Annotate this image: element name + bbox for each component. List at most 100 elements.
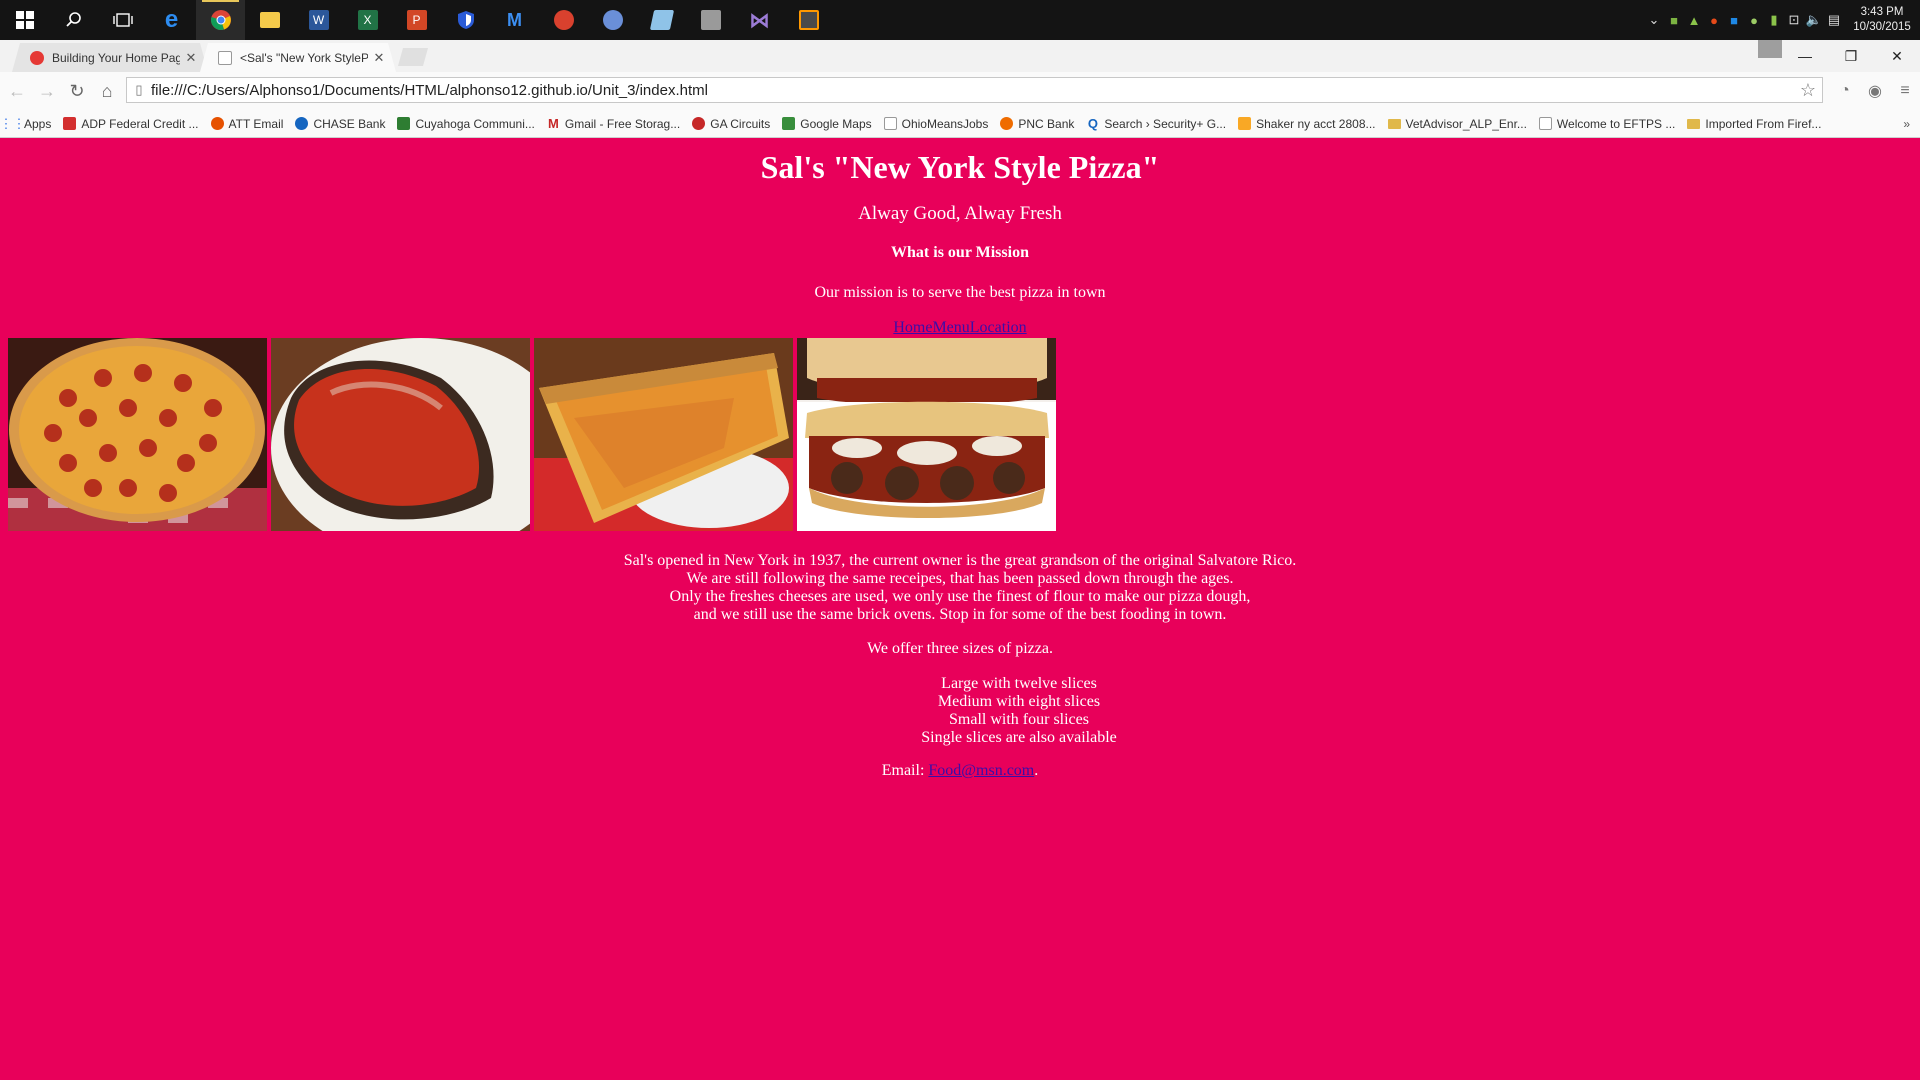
shield-icon[interactable]	[441, 0, 490, 40]
reload-icon[interactable]: ↻	[62, 76, 92, 106]
chevron-right-icon[interactable]: »	[1903, 117, 1920, 131]
minimize-icon[interactable]: —	[1782, 40, 1828, 72]
bookmark-label: Cuyahoga Communi...	[415, 116, 535, 131]
bookmark-item[interactable]: Q Search › Security+ G...	[1080, 110, 1232, 138]
nav-link-location[interactable]: Location	[970, 319, 1027, 336]
bookmark-item[interactable]: ADP Federal Credit ...	[57, 110, 204, 138]
adp-icon	[63, 117, 77, 130]
file-explorer-icon[interactable]	[245, 0, 294, 40]
bookmark-item[interactable]: OhioMeansJobs	[878, 110, 995, 138]
bookmark-item[interactable]: ATT Email	[205, 110, 290, 138]
history-line: Sal's opened in New York in 1937, the cu…	[623, 552, 1297, 569]
clock[interactable]: 3:43 PM 10/30/2015	[1844, 5, 1920, 35]
tab-strip: Building Your Home Page ✕ <Sal's "New Yo…	[0, 40, 1920, 73]
bookmark-item[interactable]: VetAdvisor_ALP_Enr...	[1382, 110, 1533, 138]
tab-sals-pizza[interactable]: <Sal's "New York StylePiz ✕	[200, 43, 396, 72]
email-label: Email:	[881, 762, 929, 779]
bookmark-item[interactable]: Cuyahoga Communi...	[391, 110, 540, 138]
bookmark-label: Shaker ny acct 2808...	[1256, 116, 1376, 131]
bookmark-apps[interactable]: ⋮⋮ Apps	[0, 110, 57, 138]
meatball-sub-photo	[797, 338, 1056, 531]
page-icon	[883, 117, 897, 130]
history-paragraph: Sal's opened in New York in 1937, the cu…	[0, 552, 1920, 624]
tray-app-icon[interactable]: ■	[1664, 0, 1684, 40]
url-text[interactable]: file:///C:/Users/Alphonso1/Documents/HTM…	[151, 82, 708, 99]
volume-icon[interactable]: 🔈	[1804, 0, 1824, 40]
email-suffix: .	[1034, 762, 1039, 779]
maps-icon	[782, 117, 796, 130]
bookmark-label: Gmail - Free Storag...	[564, 116, 681, 131]
bookmark-item[interactable]: CHASE Bank	[289, 110, 391, 138]
sizes-intro: We offer three sizes of pizza.	[867, 640, 1053, 657]
sublime-text-icon[interactable]	[784, 0, 833, 40]
bookmark-item[interactable]: Welcome to EFTPS ...	[1533, 110, 1681, 138]
menu-icon[interactable]: ≡	[1890, 82, 1920, 100]
email-line: Email: Food@msn.com.	[0, 762, 1920, 780]
media-disc-icon[interactable]	[588, 0, 637, 40]
close-icon[interactable]: ✕	[372, 50, 386, 66]
size-item: Small with four slices	[949, 711, 1089, 728]
bookmark-item[interactable]: M Gmail - Free Storag...	[541, 110, 686, 138]
profile-icon[interactable]	[1758, 40, 1782, 58]
notepad-icon[interactable]	[637, 0, 686, 40]
mission-text: Our mission is to serve the best pizza i…	[814, 284, 1106, 301]
battery-icon[interactable]: ▮	[1764, 0, 1784, 40]
page-title: Sal's "New York Style Pizza"	[760, 149, 1160, 185]
history-line: We are still following the same receipes…	[686, 570, 1234, 587]
tray-app-icon[interactable]: ●	[1704, 0, 1724, 40]
email-link[interactable]: Food@msn.com	[928, 762, 1034, 779]
malwarebytes-icon[interactable]: M	[490, 0, 539, 40]
tray-app-icon[interactable]: ▲	[1684, 0, 1704, 40]
att-icon	[210, 117, 224, 130]
network-icon[interactable]: ⊡	[1784, 0, 1804, 40]
bookmark-item[interactable]: GA Circuits	[686, 110, 776, 138]
address-bar[interactable]: ▯ file:///C:/Users/Alphonso1/Documents/H…	[126, 77, 1823, 103]
tab-label: <Sal's "New York StylePiz	[240, 50, 368, 65]
search-icon[interactable]	[49, 0, 98, 40]
page-icon	[1538, 117, 1552, 130]
forward-arrow-icon[interactable]: →	[32, 76, 62, 106]
bookmark-star-icon[interactable]: ☆	[1794, 80, 1822, 101]
calculator-icon[interactable]	[686, 0, 735, 40]
tagline: Alway Good, Alway Fresh	[858, 203, 1062, 224]
ccleaner-icon[interactable]	[539, 0, 588, 40]
bookmark-item[interactable]: Imported From Firef...	[1681, 110, 1827, 138]
visual-studio-icon[interactable]: ⋈	[735, 0, 784, 40]
tray-app-icon[interactable]: ●	[1744, 0, 1764, 40]
bookmark-item[interactable]: Shaker ny acct 2808...	[1232, 110, 1381, 138]
excel-icon[interactable]: X	[343, 0, 392, 40]
close-window-icon[interactable]: ✕	[1874, 40, 1920, 72]
extension-icon[interactable]: ◔	[1830, 82, 1860, 100]
tab-building-your-home-page[interactable]: Building Your Home Page ✕	[12, 43, 208, 72]
bookmark-label: Welcome to EFTPS ...	[1556, 116, 1676, 131]
bookmark-label: GA Circuits	[710, 116, 771, 131]
close-icon[interactable]: ✕	[184, 50, 198, 66]
tray-app-icon[interactable]: ■	[1724, 0, 1744, 40]
word-icon[interactable]: W	[294, 0, 343, 40]
folder-icon	[1687, 118, 1701, 129]
back-arrow-icon[interactable]: ←	[2, 76, 32, 106]
edge-browser-icon[interactable]: e	[147, 0, 196, 40]
new-tab-button[interactable]	[398, 48, 428, 66]
chevron-up-icon[interactable]: ⌄	[1644, 0, 1664, 40]
extension-icon[interactable]: ◉	[1860, 81, 1890, 101]
start-windows-icon[interactable]	[0, 0, 49, 40]
bookmark-label: ADP Federal Credit ...	[81, 116, 199, 131]
home-icon[interactable]: ⌂	[92, 76, 122, 106]
notifications-icon[interactable]: ▤	[1824, 0, 1844, 40]
toolbar-extensions: ◔ ◉ ≡	[1830, 72, 1920, 110]
site-nav: HomeMenuLocation	[0, 319, 1920, 337]
task-view-icon[interactable]	[98, 0, 147, 40]
chrome-icon[interactable]	[196, 0, 245, 40]
nav-link-menu[interactable]: Menu	[932, 319, 969, 336]
tab-favicon-icon	[30, 51, 44, 65]
photo-row	[8, 338, 1056, 531]
powerpoint-icon[interactable]: P	[392, 0, 441, 40]
bookmark-label: Imported From Firef...	[1705, 116, 1822, 131]
cuyahoga-icon	[397, 117, 411, 130]
restore-icon[interactable]: ❐	[1828, 40, 1874, 72]
bookmark-item[interactable]: Google Maps	[776, 110, 877, 138]
nav-link-home[interactable]: Home	[893, 319, 932, 336]
bookmark-label: VetAdvisor_ALP_Enr...	[1405, 116, 1527, 131]
bookmark-item[interactable]: PNC Bank	[994, 110, 1080, 138]
